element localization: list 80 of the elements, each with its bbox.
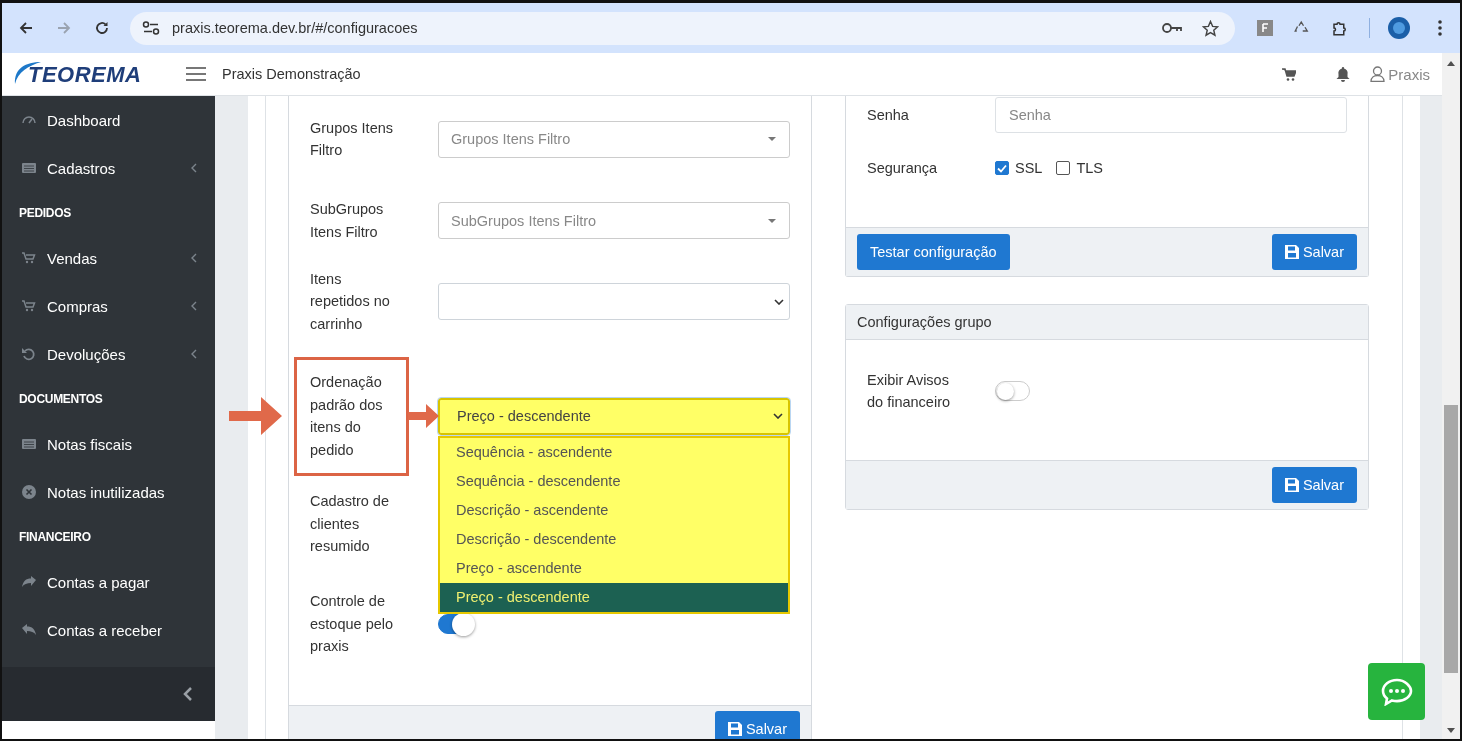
sidebar-item[interactable]: Dashboard xyxy=(2,96,215,144)
app-title: Praxis Demonstração xyxy=(222,66,361,82)
user-menu[interactable]: Praxis xyxy=(1370,65,1430,83)
cart-icon[interactable] xyxy=(1282,67,1297,81)
x-circle-icon xyxy=(21,484,37,500)
site-settings-icon[interactable] xyxy=(142,21,160,35)
scroll-up-icon[interactable] xyxy=(1447,61,1455,66)
test-button[interactable]: Testar configuração xyxy=(857,234,1010,270)
key-icon[interactable] xyxy=(1162,22,1182,34)
collapse-icon[interactable] xyxy=(183,686,193,702)
field-label: Itens repetidos no carrinho xyxy=(310,269,391,334)
sidebar-item[interactable]: Contas a pagar xyxy=(2,558,215,606)
sidebar-item[interactable]: Notas fiscais xyxy=(2,420,215,468)
dropdown-option[interactable]: Descrição - descendente xyxy=(440,524,788,554)
card-header: Configurações grupo xyxy=(846,305,1368,340)
extension-icon[interactable] xyxy=(1257,20,1273,36)
list-icon xyxy=(21,160,37,176)
chat-button[interactable] xyxy=(1368,663,1425,720)
checkbox-label: SSL xyxy=(1015,160,1043,176)
sidebar-item[interactable]: Devoluções xyxy=(2,330,215,378)
save-button[interactable]: Salvar xyxy=(714,711,800,739)
bell-icon[interactable] xyxy=(1336,66,1351,82)
address-bar[interactable]: praxis.teorema.dev.br/#/configuracoes xyxy=(130,11,1235,45)
menu-icon[interactable] xyxy=(186,66,206,82)
checkbox[interactable] xyxy=(1056,161,1071,175)
field-label: SubGrupos Itens Filtro xyxy=(310,200,385,242)
scroll-down-icon[interactable] xyxy=(1447,728,1455,733)
chat-bubble-icon xyxy=(1380,677,1413,706)
avatar-icon[interactable] xyxy=(1388,17,1410,39)
menu-icon[interactable] xyxy=(1438,20,1442,36)
annotation-arrow xyxy=(229,396,283,436)
section-heading: FINANCEIRO xyxy=(18,529,92,546)
annotation-arrow xyxy=(408,403,440,429)
checkbox[interactable] xyxy=(995,161,1009,175)
cart-icon xyxy=(21,298,37,314)
sidebar-item[interactable]: Notas inutilizadas xyxy=(2,468,215,516)
scrollbar[interactable] xyxy=(1442,53,1460,739)
field-label: Cadastro de clientes resumido xyxy=(310,492,390,557)
chevron-down-icon xyxy=(774,298,784,305)
checkbox-label: TLS xyxy=(1076,160,1103,176)
dropdown-option[interactable]: Preço - ascendente xyxy=(440,553,788,583)
field-label: Senha xyxy=(867,105,910,125)
field-label: Controle de estoque pelo praxis xyxy=(310,592,395,657)
scroll-thumb[interactable] xyxy=(1444,405,1458,673)
select-field[interactable]: Preço - descendente xyxy=(438,397,790,435)
save-button[interactable]: Salvar xyxy=(1271,234,1357,270)
user-icon xyxy=(1370,66,1386,82)
select-field[interactable] xyxy=(438,283,790,320)
list-icon xyxy=(21,436,37,452)
dropdown-option[interactable]: Sequência - ascendente xyxy=(440,437,788,467)
puzzle-icon[interactable] xyxy=(1331,19,1349,37)
star-icon[interactable] xyxy=(1202,19,1219,37)
field-label: Grupos Itens Filtro xyxy=(310,118,394,160)
caret-icon xyxy=(767,217,777,224)
password-field[interactable]: Senha xyxy=(995,97,1347,133)
undo-icon xyxy=(21,346,37,362)
dropdown-option[interactable]: Sequência - descendente xyxy=(440,466,788,496)
dropdown-field[interactable]: Grupos Itens Filtro xyxy=(438,120,790,158)
url-text: praxis.teorema.dev.br/#/configuracoes xyxy=(172,20,418,36)
save-button[interactable]: Salvar xyxy=(1271,467,1357,503)
field-label: Exibir Avisos do financeiro xyxy=(867,370,952,412)
section-heading: DOCUMENTOS xyxy=(18,391,104,408)
field-label: Segurança xyxy=(867,158,939,178)
chevron-down-icon xyxy=(773,413,783,419)
logo-text: TEOREMA xyxy=(28,62,142,88)
reload-icon[interactable] xyxy=(94,20,110,36)
caret-icon xyxy=(767,136,777,142)
sidebar-item[interactable]: Compras xyxy=(2,282,215,330)
field-label: Ordenação padrão dos itens do pedido xyxy=(310,373,384,460)
dropdown-option[interactable]: Descrição - ascendente xyxy=(440,495,788,525)
dropdown-field[interactable]: SubGrupos Itens Filtro xyxy=(438,202,790,239)
sidebar-item[interactable]: Cadastros xyxy=(2,144,215,192)
toggle-switch[interactable] xyxy=(438,614,473,634)
sidebar-item[interactable]: Contas a receber xyxy=(2,606,215,654)
dropdown-option[interactable]: Preço - descendente xyxy=(440,582,788,612)
section-heading: PEDIDOS xyxy=(18,205,72,222)
cart-icon xyxy=(21,250,37,266)
back-icon[interactable] xyxy=(18,20,34,36)
sidebar-item[interactable]: Vendas xyxy=(2,234,215,282)
toggle-switch[interactable] xyxy=(995,381,1030,401)
